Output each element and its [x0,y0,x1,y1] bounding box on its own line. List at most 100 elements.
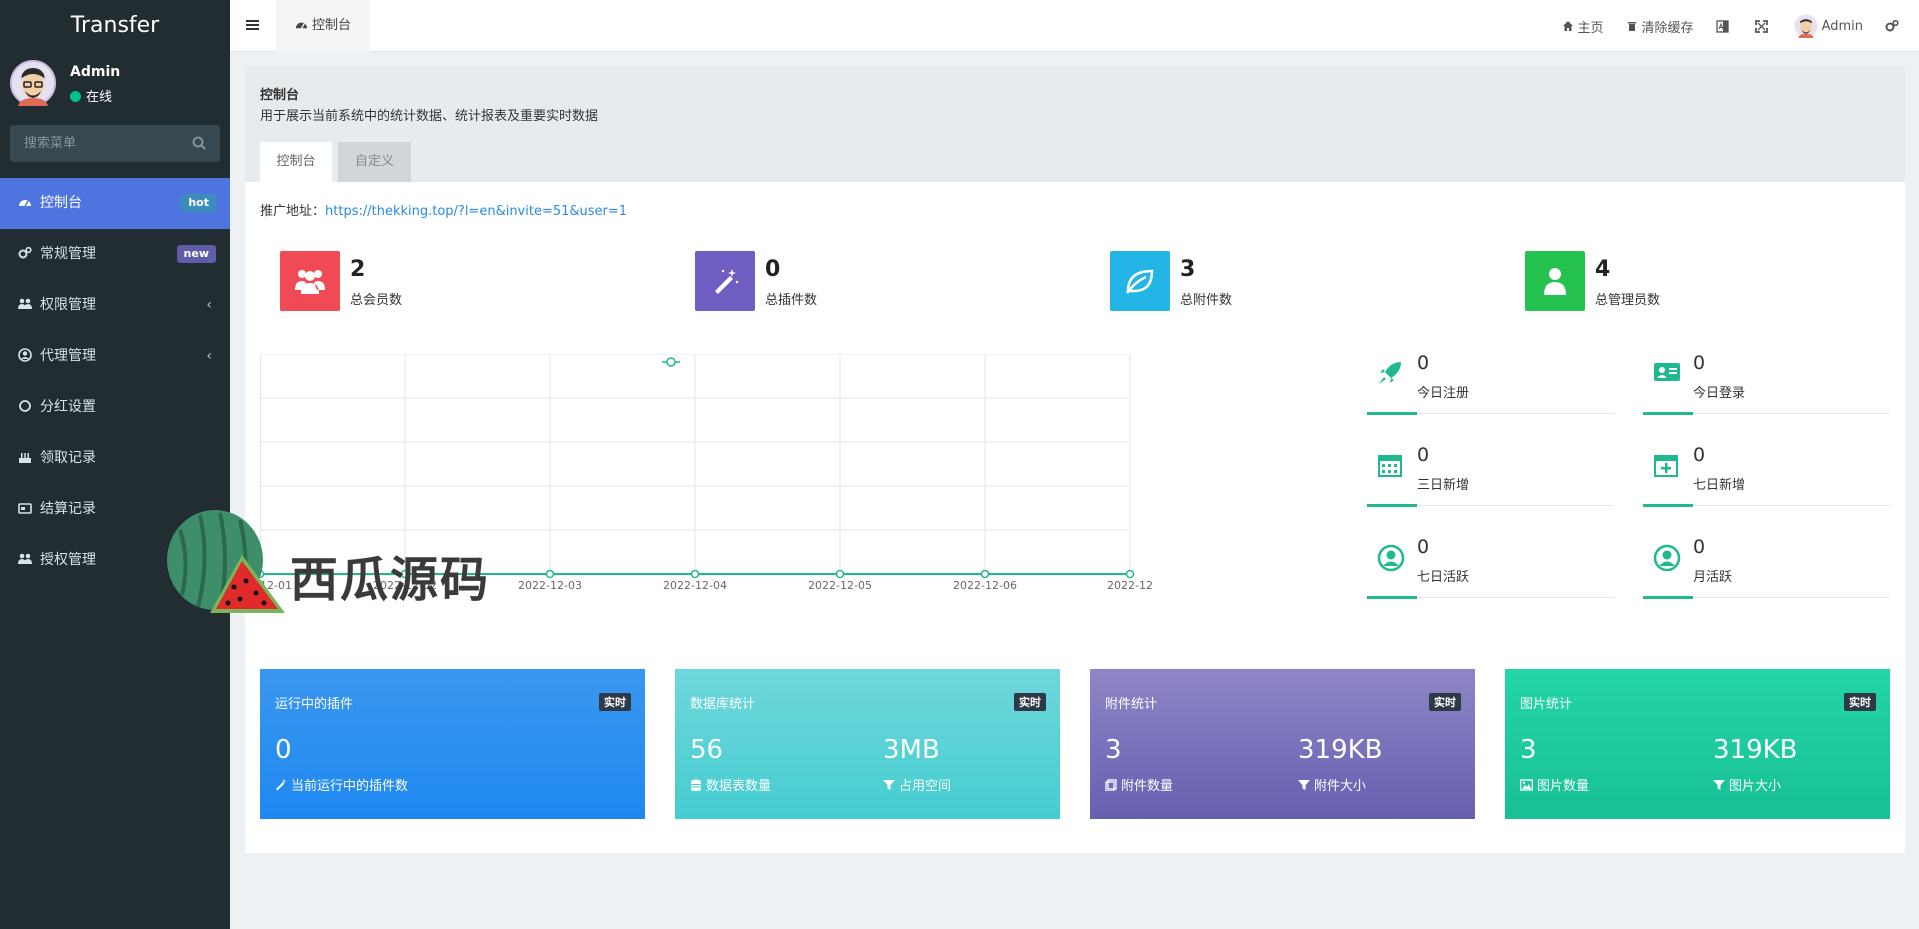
chart-data-point [835,569,845,579]
sidebar-item-label: 代理管理 [40,348,96,364]
settings-button[interactable] [1885,19,1903,33]
user-circle-icon [1377,544,1405,572]
hamburger-menu-icon[interactable] [246,18,260,32]
filter-icon [883,779,895,790]
fullscreen-icon [1754,19,1768,33]
card-subtitle-label: 数据表数量 [706,779,772,794]
card-database-stats: 数据库统计 实时 56 数据表数量 3MB 占用空间 [675,669,1060,819]
chart-x-tick-label: 2022-12-03 [518,579,582,592]
stat-icon-box [280,251,340,311]
clear-cache-button[interactable]: 清除缓存 [1626,17,1694,36]
image-icon [1520,778,1533,791]
kpi-underline [1643,412,1693,415]
realtime-tag: 实时 [1844,693,1876,711]
chart-x-tick-label: 2022-12-04 [663,579,727,592]
user-panel: Admin 在线 [0,52,230,118]
kpi-underline [1367,504,1417,507]
clear-cache-label: 清除缓存 [1641,20,1694,36]
realtime-tag: 实时 [1014,693,1046,711]
stat-value: 2 [350,257,366,282]
vcard-icon [1654,363,1680,381]
sidebar-item-label: 结算记录 [40,501,96,517]
stat-label: 总附件数 [1180,293,1233,308]
menu-search [10,125,220,162]
card-subtitle: 当前运行中的插件数 [275,775,408,794]
users-icon [295,270,325,294]
circle-icon [19,400,31,412]
tab-dashboard[interactable]: 控制台 [260,142,332,182]
card-subtitle-label: 图片数量 [1537,779,1590,794]
kpi-label: 今日注册 [1417,386,1470,401]
kpi-label: 今日登录 [1693,386,1746,401]
sidebar-item-dashboard[interactable]: 控制台 hot [0,178,230,229]
chart-data-point [980,569,990,579]
card-subtitle: 占用空间 [883,775,951,794]
sidebar-item-dividend[interactable]: 分红设置 [0,382,230,433]
card-title: 图片统计 [1520,697,1573,712]
sidebar-item-label: 领取记录 [40,450,96,466]
user-menu[interactable]: Admin [1794,14,1863,38]
chart-legend-marker [666,357,676,367]
files-icon [1105,778,1117,791]
home-link[interactable]: 主页 [1562,17,1604,36]
user-circle-icon [18,348,32,362]
language-icon [1715,19,1729,33]
language-button[interactable] [1715,19,1733,33]
home-icon [1562,21,1573,31]
card-image-stats: 图片统计 实时 3 图片数量 319KB 图片大小 [1505,669,1890,819]
sidebar-item-agents[interactable]: 代理管理 ‹ [0,331,230,382]
cogs-icon [18,246,32,259]
user-icon [1544,268,1566,295]
user-circle-icon [1653,544,1681,572]
search-icon[interactable] [192,136,206,150]
card-value: 56 [690,735,724,765]
promo-link[interactable]: https://thekking.top/?l=en&invite=51&use… [325,204,627,219]
stat-icon-box [695,251,755,311]
sidebar-item-label: 授权管理 [40,552,96,568]
card-subtitle: 数据表数量 [690,775,771,794]
user-status: 在线 [70,86,112,105]
kpi-today-register: 0 今日注册 [1367,352,1614,415]
stat-value: 4 [1595,257,1611,282]
brand-logo[interactable]: Transfer [0,0,230,52]
home-link-label: 主页 [1577,20,1604,36]
watermark-text: 西瓜源码 [290,552,491,608]
dashboard-icon [19,200,31,207]
card-value: 3 [1105,735,1122,765]
magic-icon [276,778,286,790]
calendar-icon [1378,455,1402,477]
kpi-three-day-new: 0 三日新增 [1367,444,1614,507]
kpi-value: 0 [1693,536,1706,558]
group-icon [18,298,32,309]
kpi-seven-day-active: 0 七日活跃 [1367,536,1614,599]
tab-custom[interactable]: 自定义 [338,142,411,182]
filter-icon [1298,779,1310,790]
sidebar-item-general[interactable]: 常规管理 new [0,229,230,280]
card-attachment-stats: 附件统计 实时 3 附件数量 319KB 附件大小 [1090,669,1475,819]
leaf-icon [1126,269,1154,294]
tab-dashboard[interactable]: 控制台 [276,0,370,52]
user-status-text: 在线 [86,90,113,105]
card-subtitle-label: 当前运行中的插件数 [291,779,409,794]
menu-search-input[interactable] [10,125,190,162]
watermark: 西瓜源码 [160,505,500,625]
topbar-actions: 主页 清除缓存 Admin [1562,0,1919,52]
card-subtitle-label: 图片大小 [1729,779,1782,794]
kpi-value: 0 [1693,352,1706,374]
sidebar-item-claims[interactable]: 领取记录 [0,433,230,484]
stat-label: 总插件数 [765,293,818,308]
watermelon-logo [167,510,285,613]
page-title: 控制台 [260,88,300,103]
sidebar-item-permissions[interactable]: 权限管理 ‹ [0,280,230,331]
avatar [1794,14,1818,38]
promo-address: 推广地址：https://thekking.top/?l=en&invite=5… [260,200,627,219]
card-running-plugins: 运行中的插件 实时 0 当前运行中的插件数 [260,669,645,819]
chart-x-tick-label: 2022-12-06 [953,579,1017,592]
card-subtitle: 图片数量 [1520,775,1589,794]
card-title: 数据库统计 [690,697,756,712]
sidebar-item-label: 分红设置 [40,399,96,415]
chevron-left-icon: ‹ [206,297,212,313]
kpi-value: 0 [1417,352,1430,374]
fullscreen-button[interactable] [1754,19,1772,33]
card-value: 319KB [1298,735,1383,765]
